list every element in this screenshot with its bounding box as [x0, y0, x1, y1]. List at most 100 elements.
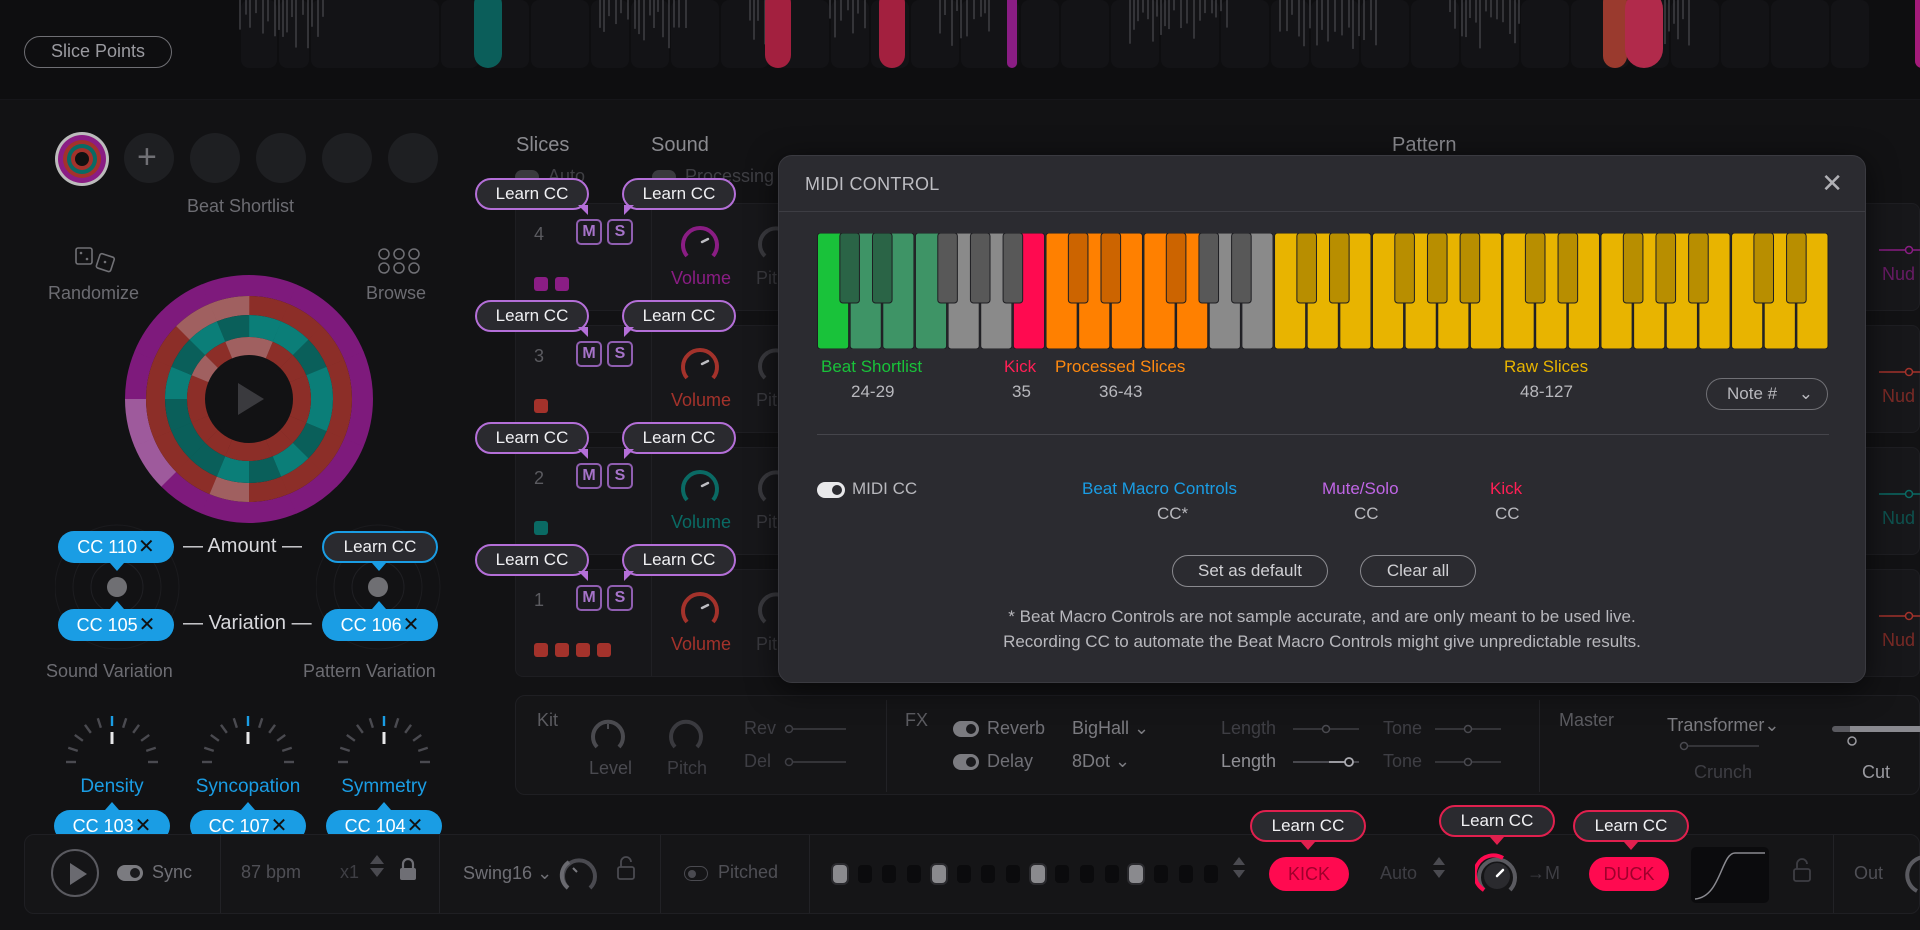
volume-knob[interactable]	[678, 588, 722, 628]
multiplier-stepper[interactable]	[370, 855, 384, 877]
kit-level-knob[interactable]	[588, 714, 628, 754]
black-key[interactable]	[1459, 233, 1481, 304]
midi-keyboard-map[interactable]	[817, 233, 1829, 349]
note-display-dropdown[interactable]: Note # ⌄	[1706, 378, 1828, 410]
learn-cc-solo[interactable]: Learn CC	[622, 178, 736, 210]
output-knob[interactable]	[1905, 853, 1920, 897]
black-key[interactable]	[1165, 233, 1187, 304]
step-count-stepper[interactable]	[1233, 857, 1245, 878]
learn-cc-mute[interactable]: Learn CC	[475, 544, 589, 576]
kick-button[interactable]: KICK	[1269, 857, 1349, 891]
learn-cc-duck-amount[interactable]: Learn CC	[1439, 805, 1555, 837]
step-active[interactable]	[931, 865, 946, 883]
solo-button[interactable]: S	[607, 219, 633, 245]
cut-slider[interactable]	[1832, 726, 1920, 750]
slice-cell[interactable]	[671, 0, 719, 68]
midi-cc-toggle[interactable]	[817, 482, 845, 498]
learn-cc-solo[interactable]: Learn CC	[622, 422, 736, 454]
slice-cell[interactable]	[591, 0, 629, 68]
step-inactive[interactable]	[907, 865, 922, 883]
volume-knob[interactable]	[678, 222, 722, 262]
step-inactive[interactable]	[882, 865, 897, 883]
unlock-icon[interactable]	[1793, 857, 1811, 883]
black-key[interactable]	[1786, 233, 1807, 304]
learn-cc-solo[interactable]: Learn CC	[622, 544, 736, 576]
density-knob[interactable]	[57, 708, 167, 768]
nudge-slider[interactable]	[1879, 244, 1920, 256]
down-arrow-icon[interactable]	[370, 868, 384, 877]
step-inactive[interactable]	[1080, 865, 1094, 883]
duck-amount-knob[interactable]	[1475, 853, 1519, 897]
learn-cc-mute[interactable]: Learn CC	[475, 178, 589, 210]
down-arrow-icon[interactable]	[1433, 870, 1445, 878]
master-type-dropdown[interactable]: Transformer⌄	[1667, 715, 1779, 736]
step-inactive[interactable]	[857, 865, 872, 883]
step-active[interactable]	[1129, 865, 1144, 883]
black-key[interactable]	[1100, 233, 1122, 304]
black-key[interactable]	[1688, 233, 1709, 304]
slice-cell[interactable]	[1411, 0, 1459, 68]
slice-marker[interactable]	[1625, 0, 1663, 68]
syncopation-knob[interactable]	[193, 708, 303, 768]
black-key[interactable]	[969, 233, 991, 304]
slice-cell[interactable]	[1221, 0, 1269, 68]
learn-cc-duck[interactable]: Learn CC	[1573, 810, 1689, 842]
cc-badge-variation-sound[interactable]: CC 105✕	[58, 609, 174, 641]
up-arrow-icon[interactable]	[1433, 857, 1445, 865]
step-active[interactable]	[1030, 865, 1045, 883]
crunch-slider[interactable]	[1679, 740, 1759, 752]
slice-marker[interactable]	[765, 0, 791, 68]
reverb-tone-slider[interactable]	[1435, 723, 1501, 735]
slice-cell[interactable]	[721, 0, 769, 68]
step-inactive[interactable]	[1104, 865, 1119, 883]
learn-cc-solo[interactable]: Learn CC	[622, 300, 736, 332]
set-as-default-button[interactable]: Set as default	[1172, 555, 1328, 587]
swing-knob[interactable]	[559, 854, 599, 894]
slice-cell[interactable]	[1021, 0, 1059, 68]
mute-button[interactable]: M	[576, 463, 602, 489]
add-beat-button[interactable]: +	[124, 133, 174, 183]
symmetry-knob[interactable]	[329, 708, 439, 768]
slice-cell[interactable]	[1771, 0, 1829, 68]
close-icon[interactable]: ✕	[1821, 170, 1843, 196]
duck-curve-display[interactable]	[1691, 847, 1769, 903]
waveform-display[interactable]	[230, 0, 1920, 68]
remove-cc-icon[interactable]: ✕	[139, 614, 156, 636]
black-key[interactable]	[1655, 233, 1677, 304]
beat-wheel[interactable]	[124, 274, 374, 524]
shortlist-slot[interactable]	[388, 133, 438, 183]
step-inactive[interactable]	[1005, 865, 1020, 883]
current-beat-thumbnail[interactable]	[54, 131, 110, 187]
reverb-length-slider[interactable]	[1293, 723, 1359, 735]
slice-cell[interactable]	[441, 0, 479, 68]
swing-dropdown[interactable]: Swing16 ⌄	[463, 863, 552, 884]
step-inactive[interactable]	[1154, 865, 1169, 883]
learn-cc-mute[interactable]: Learn CC	[475, 300, 589, 332]
black-key[interactable]	[1067, 233, 1089, 304]
black-key[interactable]	[1524, 233, 1546, 304]
slice-marker[interactable]	[474, 0, 502, 68]
black-key[interactable]	[1231, 233, 1252, 304]
bpm-field[interactable]: 87 bpm	[241, 862, 301, 883]
black-key[interactable]	[1002, 233, 1024, 304]
pitched-toggle[interactable]	[684, 866, 708, 881]
black-key[interactable]	[1394, 233, 1415, 304]
solo-button[interactable]: S	[607, 463, 633, 489]
slice-cell[interactable]	[1831, 0, 1869, 68]
lock-icon[interactable]	[399, 857, 417, 881]
cc-badge-amount-sound[interactable]: CC 110✕	[58, 531, 174, 563]
learn-cc-amount-pattern[interactable]: Learn CC	[322, 531, 438, 563]
black-key[interactable]	[1329, 233, 1350, 304]
step-active[interactable]	[833, 865, 847, 883]
black-key[interactable]	[1198, 233, 1220, 304]
slice-points-button[interactable]: Slice Points	[24, 36, 172, 68]
duck-button[interactable]: DUCK	[1589, 857, 1669, 891]
up-arrow-icon[interactable]	[370, 855, 384, 864]
down-arrow-icon[interactable]	[1233, 870, 1245, 878]
unlock-icon[interactable]	[617, 855, 635, 881]
remove-cc-icon[interactable]: ✕	[403, 614, 420, 636]
delay-toggle[interactable]	[953, 754, 979, 770]
nudge-slider[interactable]	[1879, 366, 1920, 378]
slice-cell[interactable]	[1271, 0, 1309, 68]
sync-toggle[interactable]	[117, 865, 143, 881]
